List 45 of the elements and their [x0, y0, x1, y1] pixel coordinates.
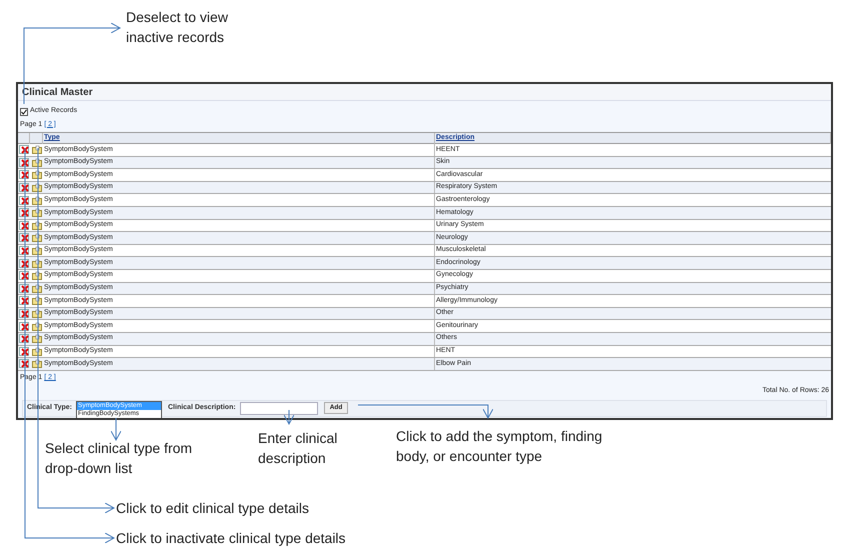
edit-folder-icon[interactable] — [32, 271, 42, 280]
delete-x-icon[interactable] — [19, 346, 29, 356]
edit-folder-icon[interactable] — [32, 233, 42, 242]
delete-x-icon[interactable] — [19, 322, 29, 331]
edit-folder-icon[interactable] — [32, 284, 42, 293]
delete-x-icon[interactable] — [19, 233, 29, 242]
callout-text: Click to edit clinical type details — [116, 499, 309, 518]
edit-folder-icon[interactable] — [32, 246, 42, 256]
delete-x-icon[interactable] — [19, 170, 29, 180]
delete-x-icon[interactable] — [19, 208, 29, 218]
edit-folder-icon[interactable] — [32, 196, 42, 205]
edit-folder-icon[interactable] — [32, 322, 42, 331]
edit-folder-icon[interactable] — [32, 220, 42, 230]
delete-x-icon[interactable] — [19, 145, 29, 154]
edit-folder-icon[interactable] — [32, 359, 42, 368]
delete-x-icon[interactable] — [19, 258, 29, 268]
edit-folder-icon[interactable] — [32, 296, 42, 306]
delete-x-icon[interactable] — [19, 309, 29, 318]
edit-folder-icon[interactable] — [32, 346, 42, 356]
delete-x-icon[interactable] — [19, 246, 29, 256]
edit-folder-icon[interactable] — [32, 258, 42, 268]
delete-x-icon[interactable] — [19, 220, 29, 230]
delete-x-icon[interactable] — [19, 359, 29, 368]
edit-folder-icon[interactable] — [32, 208, 42, 218]
callout-text: Click to inactivate clinical type details — [116, 529, 346, 548]
callout-text: Select clinical type from drop-down list — [45, 439, 192, 478]
edit-folder-icon[interactable] — [32, 145, 42, 154]
delete-x-icon[interactable] — [19, 183, 29, 192]
description-input[interactable] — [240, 402, 318, 415]
leader-line — [284, 410, 294, 424]
callout-text: Deselect to view inactive records — [126, 8, 228, 47]
delete-x-icon[interactable] — [19, 196, 29, 205]
edit-folder-icon[interactable] — [32, 309, 42, 318]
edit-folder-icon[interactable] — [32, 158, 42, 167]
delete-x-icon[interactable] — [19, 158, 29, 167]
edit-folder-icon[interactable] — [32, 170, 42, 180]
callout-text: Enter clinical description — [258, 429, 338, 468]
delete-x-icon[interactable] — [19, 296, 29, 306]
delete-x-icon[interactable] — [19, 284, 29, 293]
delete-x-icon[interactable] — [19, 271, 29, 280]
active-records-checkbox[interactable] — [20, 108, 28, 116]
callout-text: Click to add the symptom, finding body, or encounter type — [396, 427, 602, 466]
delete-x-icon[interactable] — [19, 334, 29, 344]
edit-folder-icon[interactable] — [32, 334, 42, 344]
edit-folder-icon[interactable] — [32, 183, 42, 192]
